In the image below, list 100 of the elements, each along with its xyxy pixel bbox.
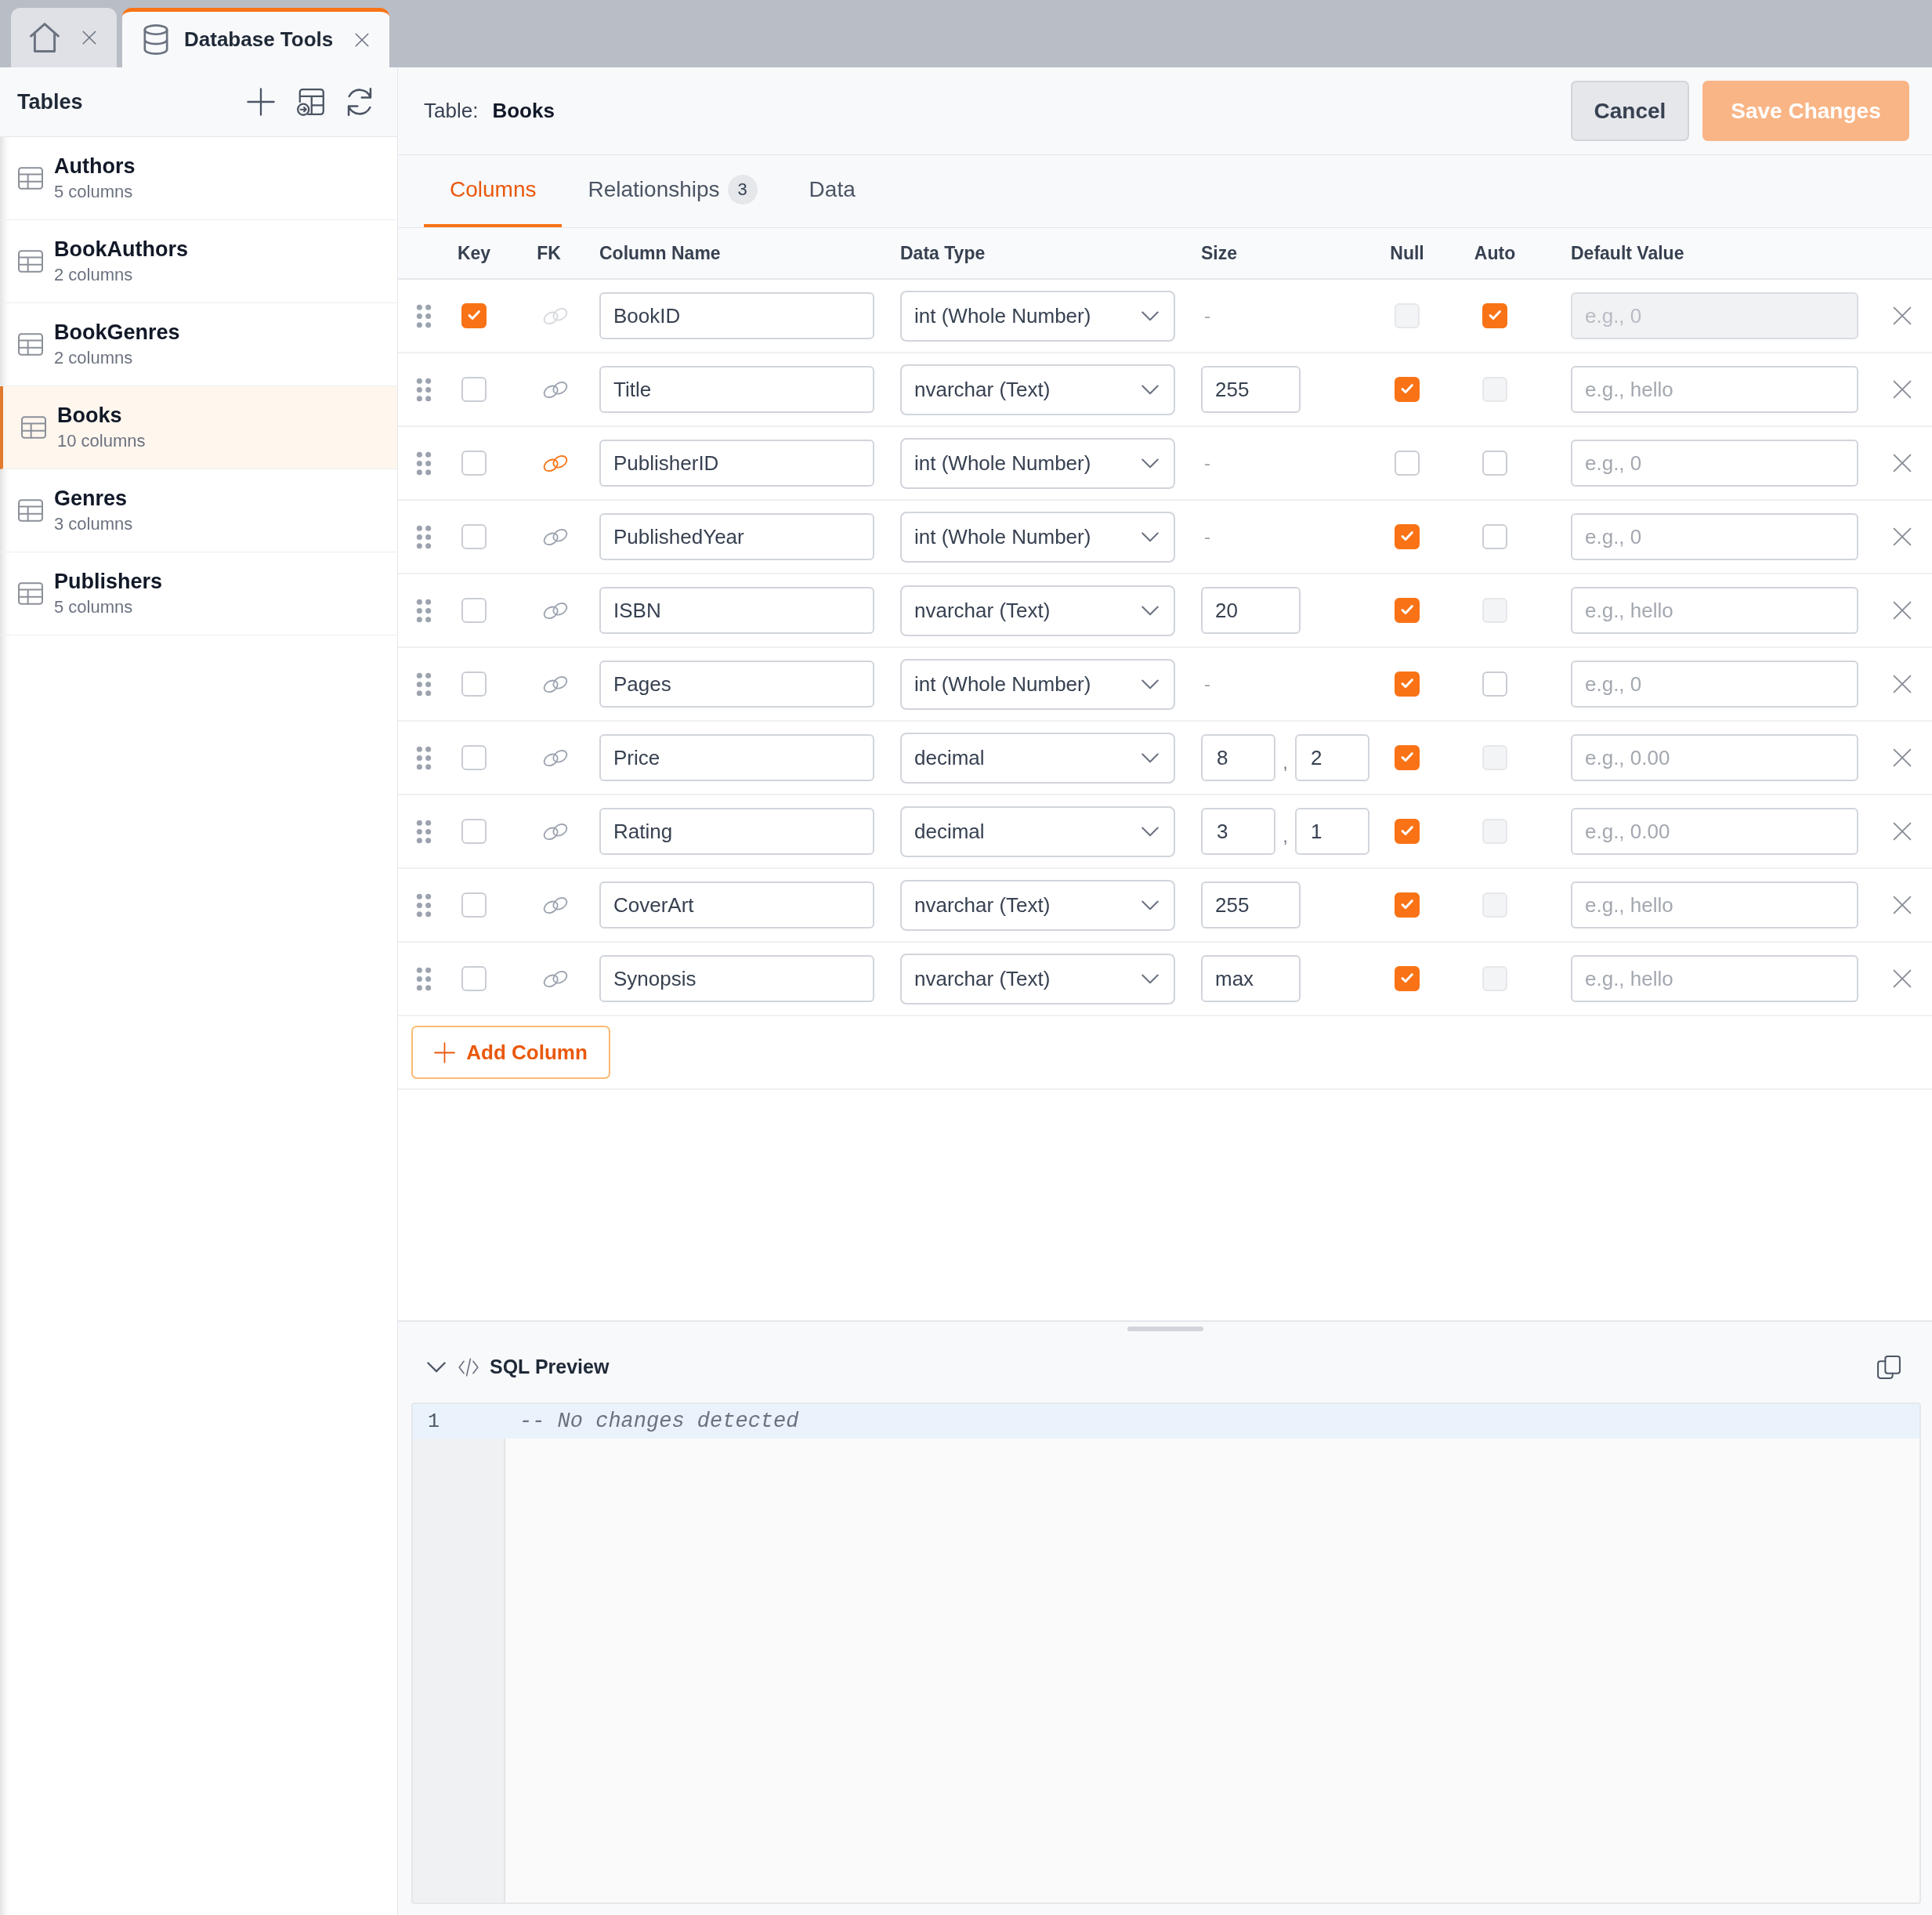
close-icon[interactable] [82, 31, 96, 45]
column-name-field[interactable]: Title [599, 366, 874, 413]
close-icon[interactable] [1892, 527, 1912, 546]
column-name-field[interactable]: ISBN [599, 587, 874, 634]
data-type-select[interactable]: decimal [900, 805, 1175, 857]
tab[interactable]: Relationships 3 [562, 155, 783, 227]
table-arrow-icon[interactable] [296, 88, 324, 116]
checkbox[interactable] [1482, 451, 1507, 476]
checkbox[interactable] [1395, 819, 1420, 844]
default-value-field[interactable]: e.g., 0 [1571, 440, 1858, 487]
column-name-field[interactable]: Rating [599, 808, 874, 855]
link-icon[interactable] [543, 969, 568, 988]
table-list-item[interactable]: Genres 3 columns [0, 469, 397, 552]
scale-field[interactable]: 2 [1295, 734, 1369, 781]
refresh-icon[interactable] [346, 88, 374, 116]
drag-handle-icon[interactable] [416, 524, 432, 549]
checkbox[interactable] [461, 377, 487, 402]
close-icon[interactable] [1892, 896, 1912, 914]
column-name-field[interactable]: PublisherID [599, 440, 874, 487]
link-icon[interactable] [543, 675, 568, 693]
drag-handle-icon[interactable] [416, 598, 432, 623]
window-tab[interactable]: Database Tools [122, 8, 390, 67]
checkbox[interactable] [1395, 524, 1420, 549]
table-list-item[interactable]: Books 10 columns [0, 386, 397, 469]
default-value-field[interactable]: e.g., 0.00 [1571, 734, 1858, 781]
checkbox[interactable] [461, 524, 487, 549]
resize-handle[interactable] [1127, 1327, 1203, 1331]
add-column-button[interactable]: Add Column [411, 1026, 610, 1079]
default-value-field[interactable]: e.g., hello [1571, 366, 1858, 413]
drag-handle-icon[interactable] [416, 892, 432, 918]
checkbox[interactable] [1395, 598, 1420, 623]
link-icon[interactable] [543, 601, 568, 620]
copy-icon[interactable] [1877, 1355, 1901, 1379]
checkbox[interactable] [461, 966, 487, 991]
column-name-field[interactable]: CoverArt [599, 881, 874, 929]
close-icon[interactable] [1892, 822, 1912, 841]
checkbox[interactable] [1395, 672, 1420, 697]
drag-handle-icon[interactable] [416, 745, 432, 770]
column-name-field[interactable]: Synopsis [599, 955, 874, 1002]
default-value-field[interactable]: e.g., 0 [1571, 513, 1858, 560]
drag-handle-icon[interactable] [416, 451, 432, 476]
checkbox[interactable] [1482, 672, 1507, 697]
tab[interactable]: Data [783, 155, 881, 227]
checkbox[interactable] [461, 819, 487, 844]
drag-handle-icon[interactable] [416, 819, 432, 844]
size-field[interactable]: 255 [1201, 366, 1301, 413]
checkbox[interactable] [1395, 892, 1420, 918]
column-name-field[interactable]: PublishedYear [599, 513, 874, 560]
close-icon[interactable] [1892, 969, 1912, 988]
default-value-field[interactable]: e.g., hello [1571, 955, 1858, 1002]
default-value-field[interactable]: e.g., hello [1571, 881, 1858, 929]
close-icon[interactable] [1892, 380, 1912, 399]
data-type-select[interactable]: nvarchar (Text) [900, 953, 1175, 1005]
checkbox[interactable] [1395, 451, 1420, 476]
data-type-select[interactable]: int (Whole Number) [900, 658, 1175, 710]
data-type-select[interactable]: decimal [900, 732, 1175, 784]
checkbox[interactable] [461, 745, 487, 770]
plus-icon[interactable] [247, 88, 275, 116]
chevron-down-icon[interactable] [427, 1361, 446, 1373]
link-icon[interactable] [543, 748, 568, 767]
drag-handle-icon[interactable] [416, 303, 432, 328]
link-icon[interactable] [543, 527, 568, 546]
table-list-item[interactable]: Publishers 5 columns [0, 552, 397, 635]
checkbox[interactable] [1395, 745, 1420, 770]
column-name-field[interactable]: BookID [599, 292, 874, 339]
checkbox[interactable] [461, 303, 487, 328]
data-type-select[interactable]: nvarchar (Text) [900, 585, 1175, 636]
table-list-item[interactable]: Authors 5 columns [0, 137, 397, 220]
size-field[interactable]: max [1201, 955, 1301, 1002]
default-value-field[interactable]: e.g., 0 [1571, 661, 1858, 708]
window-tab[interactable] [11, 8, 117, 67]
checkbox[interactable] [1395, 377, 1420, 402]
scale-field[interactable]: 1 [1295, 808, 1369, 855]
close-icon[interactable] [1892, 306, 1912, 325]
close-icon[interactable] [1892, 748, 1912, 767]
checkbox[interactable] [1482, 524, 1507, 549]
drag-handle-icon[interactable] [416, 672, 432, 697]
checkbox[interactable] [461, 598, 487, 623]
size-field[interactable]: 20 [1201, 587, 1301, 634]
link-icon[interactable] [543, 454, 568, 472]
size-field[interactable]: 255 [1201, 881, 1301, 929]
column-name-field[interactable]: Pages [599, 661, 874, 708]
close-icon[interactable] [1892, 454, 1912, 472]
checkbox[interactable] [461, 451, 487, 476]
checkbox[interactable] [1482, 303, 1507, 328]
default-value-field[interactable]: e.g., 0.00 [1571, 808, 1858, 855]
drag-handle-icon[interactable] [416, 966, 432, 991]
link-icon[interactable] [543, 822, 568, 841]
link-icon[interactable] [543, 896, 568, 914]
default-value-field[interactable]: e.g., hello [1571, 587, 1858, 634]
checkbox[interactable] [461, 892, 487, 918]
checkbox[interactable] [461, 672, 487, 697]
close-icon[interactable] [355, 32, 370, 47]
data-type-select[interactable]: int (Whole Number) [900, 290, 1175, 342]
precision-field[interactable]: 3 [1201, 808, 1275, 855]
column-name-field[interactable]: Price [599, 734, 874, 781]
data-type-select[interactable]: nvarchar (Text) [900, 364, 1175, 415]
data-type-select[interactable]: int (Whole Number) [900, 437, 1175, 489]
checkbox[interactable] [1395, 966, 1420, 991]
close-icon[interactable] [1892, 601, 1912, 620]
